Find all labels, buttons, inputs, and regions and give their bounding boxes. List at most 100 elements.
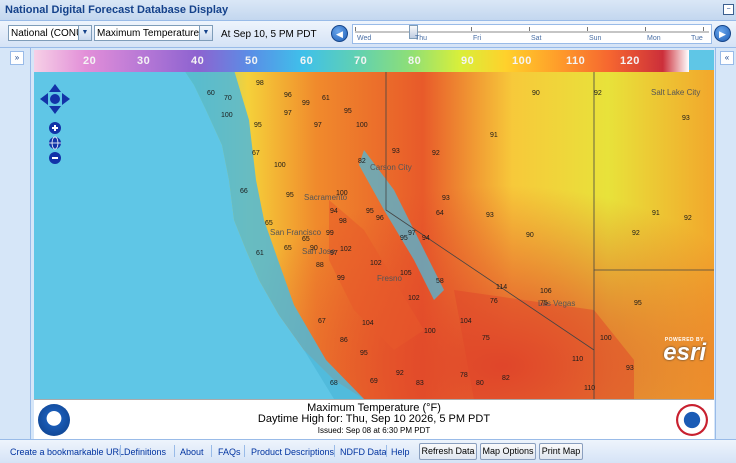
temperature-value: 100 [600, 335, 612, 342]
refresh-data-button[interactable]: Refresh Data [419, 443, 477, 460]
region-select[interactable]: National (CONUS ▼ [8, 25, 92, 41]
previous-time-button[interactable]: ◀ [331, 25, 348, 42]
time-slider[interactable]: Wed Thu Fri Sat Sun Mon Tue [352, 24, 712, 44]
temperature-value: 96 [376, 215, 384, 222]
temperature-value: 65 [265, 220, 273, 227]
temperature-value: 75 [540, 300, 548, 307]
temperature-value: 114 [496, 284, 508, 291]
temperature-value: 67 [252, 150, 260, 157]
temperature-value: 102 [370, 260, 382, 267]
element-select[interactable]: Maximum Temperature (°F ▼ [94, 25, 213, 41]
temperature-value: 90 [532, 90, 540, 97]
temperature-value: 106 [540, 288, 552, 295]
temperature-value: 99 [302, 100, 310, 107]
temperature-value: 70 [224, 95, 232, 102]
place-label: Carson City [370, 163, 412, 172]
legend-label: 40 [191, 55, 205, 67]
temperature-value: 80 [476, 380, 484, 387]
temperature-value: 92 [594, 90, 602, 97]
app-title: National Digital Forecast Database Displ… [5, 4, 229, 16]
expand-right-icon[interactable]: « [720, 51, 734, 65]
temperature-value: 97 [330, 250, 338, 257]
temperature-value: 93 [486, 212, 494, 219]
temperature-value: 65 [284, 245, 292, 252]
temperature-value: 66 [240, 188, 248, 195]
timeline-day: Tue [691, 35, 703, 42]
temperature-value: 99 [326, 230, 334, 237]
temperature-value: 93 [626, 365, 634, 372]
legend-label: 90 [461, 55, 475, 67]
bookmark-link[interactable]: Create a bookmarkable URL [10, 447, 124, 457]
temperature-value: 110 [584, 385, 596, 392]
about-link[interactable]: About [180, 447, 204, 457]
nws-logo [676, 404, 708, 436]
temperature-value: 92 [684, 215, 692, 222]
expand-left-icon[interactable]: » [10, 51, 24, 65]
help-link[interactable]: Help [391, 447, 410, 457]
temperature-value: 58 [436, 278, 444, 285]
temperature-value: 86 [340, 337, 348, 344]
temperature-value: 83 [416, 380, 424, 387]
temperature-value: 99 [337, 275, 345, 282]
temperature-legend: 20 30 40 50 60 70 80 90 100 110 120 [34, 50, 689, 72]
timeline-day: Wed [357, 35, 372, 42]
legend-label: 20 [83, 55, 97, 67]
temperature-value: 110 [572, 356, 584, 363]
temperature-value: 95 [254, 122, 262, 129]
temperature-value: 100 [221, 112, 233, 119]
temperature-value: 88 [316, 262, 324, 269]
product-descriptions-link[interactable]: Product Descriptions [251, 447, 334, 457]
temperature-value: 92 [632, 230, 640, 237]
map-navigation-control [40, 84, 70, 167]
status-bar: Create a bookmarkable URL Definitions Ab… [0, 439, 736, 463]
print-map-button[interactable]: Print Map [539, 443, 583, 460]
legend-label: 100 [512, 55, 532, 67]
temperature-value: 100 [336, 190, 348, 197]
temperature-value: 92 [432, 150, 440, 157]
chevron-down-icon[interactable]: ▼ [78, 26, 91, 40]
minimize-icon[interactable]: − [723, 4, 734, 15]
forecast-map[interactable]: Sacramento Carson City San Francisco San… [34, 50, 714, 399]
place-label: San Francisco [270, 228, 322, 237]
temperature-value: 60 [207, 90, 215, 97]
temperature-value: 68 [330, 380, 338, 387]
temperature-value: 94 [422, 235, 430, 242]
temperature-value: 67 [318, 318, 326, 325]
legend-label: 120 [620, 55, 640, 67]
legend-label: 80 [408, 55, 422, 67]
temperature-value: 95 [634, 300, 642, 307]
pan-arrows-icon[interactable] [40, 84, 70, 114]
zoom-control [49, 122, 61, 164]
caption-issued: Issued: Sep 08 at 6:30 PM PDT [317, 426, 431, 435]
definitions-link[interactable]: Definitions [124, 447, 166, 457]
temperature-value: 82 [358, 158, 366, 165]
temperature-value: 104 [362, 320, 374, 327]
map-options-button[interactable]: Map Options [480, 443, 536, 460]
right-panel-collapsed: « [715, 48, 736, 439]
temperature-value: 95 [366, 208, 374, 215]
temperature-value: 104 [460, 318, 472, 325]
caption-valid-time: Daytime High for: Thu, Sep 10 2026, 5 PM… [257, 413, 491, 425]
time-label: At Sep 10, 5 PM PDT [221, 29, 317, 40]
legend-label: 110 [566, 55, 586, 67]
temperature-value: 75 [482, 335, 490, 342]
temperature-value: 91 [490, 132, 498, 139]
next-time-button[interactable]: ▶ [714, 25, 731, 42]
temperature-value: 64 [436, 210, 444, 217]
timeline-day: Thu [415, 35, 428, 42]
place-label: Salt Lake City [651, 88, 701, 97]
faqs-link[interactable]: FAQs [218, 447, 241, 457]
temperature-value: 102 [340, 246, 352, 253]
legend-label: 70 [354, 55, 368, 67]
map-caption: Maximum Temperature (°F) Daytime High fo… [34, 399, 714, 440]
temperature-value: 102 [408, 295, 420, 302]
temperature-value: 90 [310, 245, 318, 252]
ndfd-data-link[interactable]: NDFD Data [340, 447, 387, 457]
timeline-day: Sat [531, 35, 542, 42]
title-bar: National Digital Forecast Database Displ… [0, 0, 736, 21]
toolbar: National (CONUS ▼ Maximum Temperature (°… [0, 21, 736, 48]
chevron-down-icon[interactable]: ▼ [199, 26, 212, 40]
temperature-value: 61 [322, 95, 330, 102]
esri-logo: esri [663, 339, 706, 366]
temperature-value: 98 [256, 80, 264, 87]
